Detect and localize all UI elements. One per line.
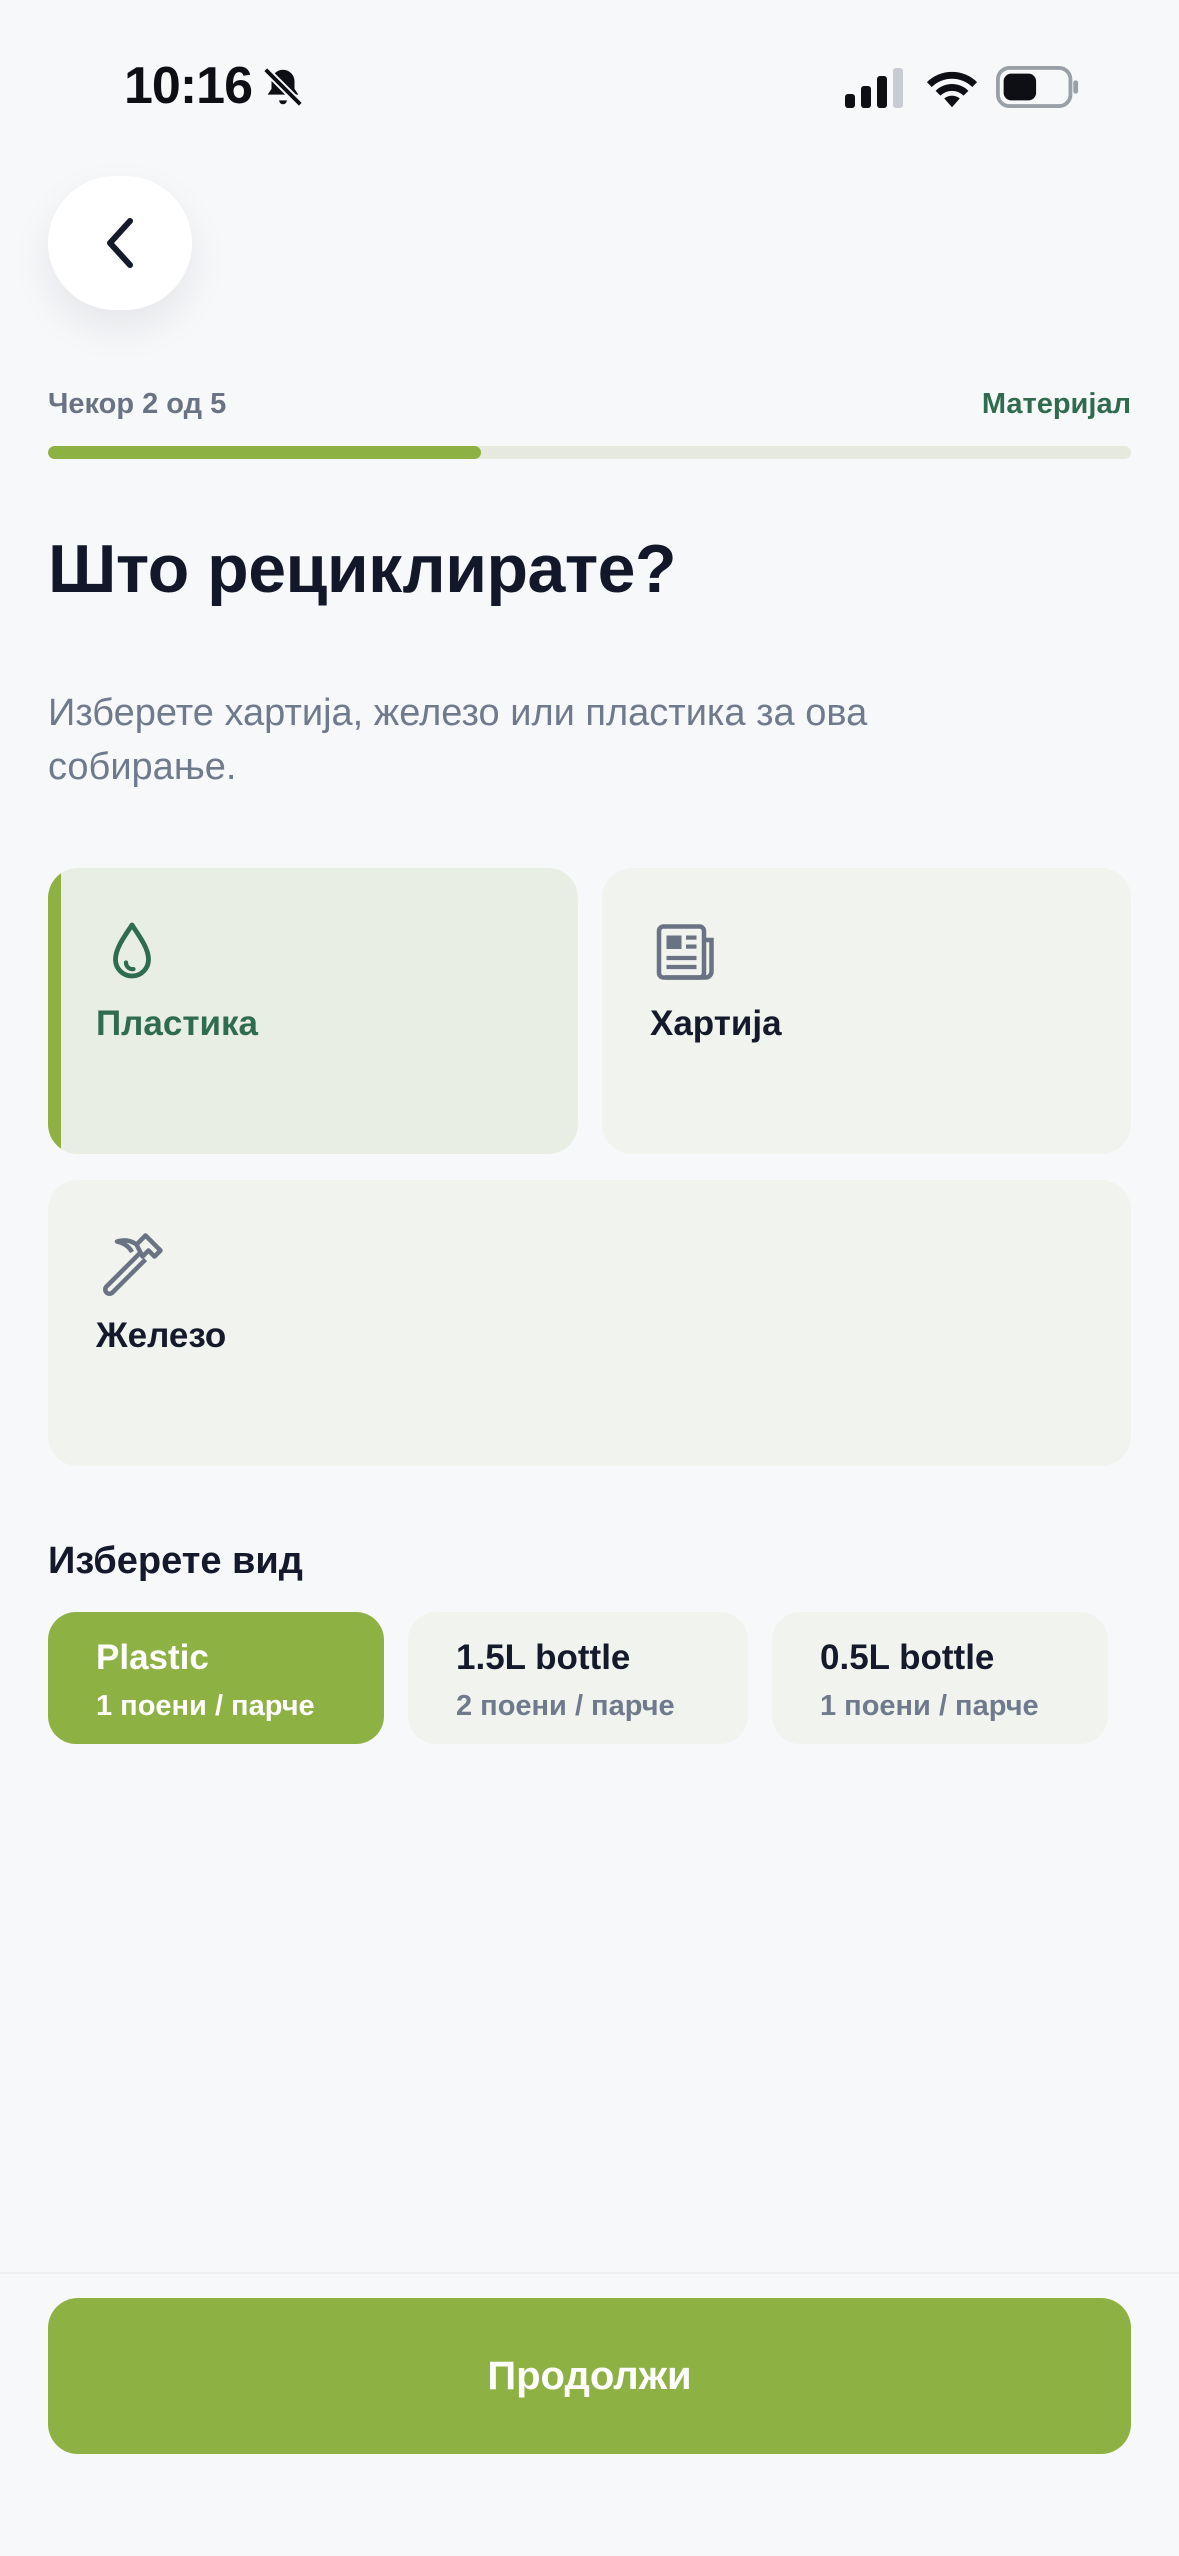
progress-bar [48, 446, 1131, 459]
material-label: Хартија [650, 1004, 782, 1043]
page-subtitle: Изберете хартија, железо или пластика за… [48, 692, 868, 788]
battery-icon [996, 66, 1079, 108]
type-option-points: 1 поени / парче [96, 1690, 315, 1722]
chevron-left-icon [107, 218, 133, 268]
material-card-iron[interactable]: Железо [48, 1180, 1131, 1466]
water-drop-icon [113, 922, 151, 979]
footer-divider [0, 2272, 1179, 2274]
material-label: Железо [96, 1316, 227, 1355]
step-counter: Чекор 2 од 5 [48, 388, 227, 420]
type-option-plastic[interactable]: Plastic 1 поени / парче [48, 1612, 384, 1744]
bell-slash-icon [263, 67, 303, 107]
type-option-1-5l-bottle[interactable]: 1.5L bottle 2 поени / парче [408, 1612, 748, 1744]
type-option-name: 1.5L bottle [456, 1638, 631, 1677]
newspaper-icon [656, 924, 714, 980]
app-screen: 10:16 Чекор 2 од 5 Материјал Што рецикли… [0, 0, 1179, 2556]
type-option-points: 2 поени / парче [456, 1690, 675, 1722]
type-option-name: 0.5L bottle [820, 1638, 995, 1677]
type-option-points: 1 поени / парче [820, 1690, 1039, 1722]
material-card-plastic[interactable]: Пластика [48, 868, 578, 1154]
material-card-paper[interactable]: Хартија [602, 868, 1131, 1154]
wifi-icon [926, 71, 978, 108]
page-title: Што рециклирате? [48, 531, 677, 607]
progress-fill [48, 446, 482, 459]
type-option-0-5l-bottle[interactable]: 0.5L bottle 1 поени / парче [772, 1612, 1108, 1744]
type-section-title: Изберете вид [48, 1540, 303, 1582]
back-button[interactable] [48, 176, 192, 310]
type-option-name: Plastic [96, 1638, 209, 1677]
hammer-icon [103, 1233, 163, 1296]
status-bar: 10:16 [0, 0, 1179, 160]
continue-button[interactable]: Продолжи [48, 2298, 1131, 2454]
material-label: Пластика [96, 1004, 258, 1043]
step-name: Материјал [981, 388, 1131, 420]
status-time: 10:16 [124, 57, 253, 115]
cellular-signal-icon [845, 68, 903, 108]
